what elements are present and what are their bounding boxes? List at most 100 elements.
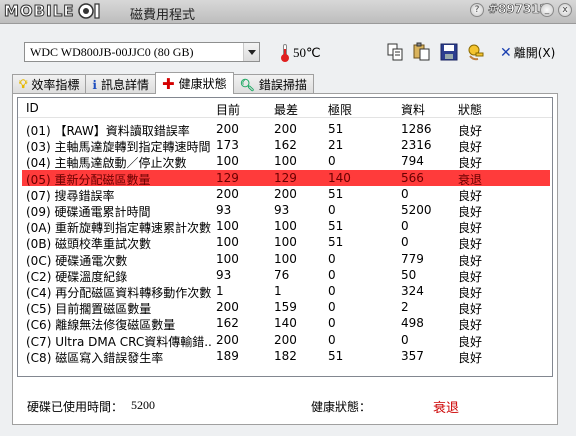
table-row[interactable]: (C7) Ultra DMA CRC資料傳輸錯... 200 200 0 0 良好 — [22, 332, 550, 349]
tab-strip: 💡︎ 效率指標 ℹ 訊息詳情 ✚ 健康狀態 🔍︎ 錯誤掃描 — [12, 72, 314, 94]
cell-current: 129 — [216, 170, 239, 185]
help-button[interactable]: ? — [470, 3, 484, 17]
save-icon[interactable] — [439, 42, 459, 62]
table-header: ID 目前 最差 極限 資料 狀態 — [18, 98, 552, 118]
cell-threshold: 0 — [328, 251, 336, 266]
title-bar: MOBILE 磁費用程式 ? #897312 _ x — [0, 0, 576, 24]
copy-icon[interactable] — [385, 42, 405, 62]
cell-data: 779 — [401, 251, 424, 266]
cell-worst: 100 — [274, 251, 297, 266]
mobile01-logo-icon — [77, 3, 100, 19]
cell-worst: 93 — [274, 203, 290, 217]
red-cross-icon: ✚ — [162, 74, 175, 93]
table-row[interactable]: (09) 硬碟通電累計時間 93 93 0 5200 良好 — [22, 202, 550, 219]
table-row[interactable]: (0B) 磁頭校準重試次數 100 100 51 0 良好 — [22, 234, 550, 251]
drive-select[interactable]: WDC WD800JB-00JJC0 (80 GB) — [24, 42, 260, 62]
drive-select-value: WDC WD800JB-00JJC0 (80 GB) — [30, 45, 194, 59]
cell-data: 0 — [401, 332, 409, 347]
window-client: WDC WD800JB-00JJC0 (80 GB) 50℃ ✕ 離開(X) 💡… — [0, 24, 576, 436]
cell-worst: 76 — [274, 267, 290, 282]
minimize-button[interactable]: _ — [540, 3, 554, 17]
cell-data: 357 — [401, 348, 424, 363]
table-row[interactable]: (04) 主軸馬達啟動／停止次數 100 100 0 794 良好 — [22, 153, 550, 170]
tab-label: 健康狀態 — [178, 77, 227, 91]
table-row[interactable]: (05) 重新分配磁區數量 129 129 140 566 衰退 — [22, 169, 550, 187]
magnifier-icon: 🔍︎ — [239, 77, 255, 92]
cell-current: 162 — [216, 316, 239, 331]
tab-label: 錯誤掃描 — [258, 78, 307, 92]
cell-threshold: 51 — [328, 186, 344, 201]
tab-label: 訊息詳情 — [100, 78, 149, 92]
cell-current: 189 — [216, 348, 239, 363]
cell-current: 1 — [216, 284, 224, 298]
cell-worst: 200 — [274, 332, 297, 347]
table-row[interactable]: (0A) 重新旋轉到指定轉速累計次數 100 100 51 0 良好 — [22, 218, 550, 235]
exit-icon: ✕ — [500, 44, 512, 61]
column-header-status[interactable]: 狀態 — [458, 101, 482, 118]
cell-worst: 159 — [274, 300, 297, 315]
thermometer-icon — [280, 44, 290, 62]
cell-worst: 100 — [274, 219, 297, 234]
window-title: 磁費用程式 — [130, 8, 196, 23]
column-header-threshold[interactable]: 極限 — [328, 101, 352, 118]
brand-logo: MOBILE — [4, 1, 103, 21]
cell-threshold: 0 — [328, 154, 336, 169]
table-row[interactable]: (C6) 離線無法修復磁區數量 162 140 0 498 良好 — [22, 315, 550, 332]
cell-current: 93 — [216, 267, 232, 282]
tab-efficiency[interactable]: 💡︎ 效率指標 — [12, 74, 87, 94]
table-row[interactable]: (03) 主軸馬達旋轉到指定轉速時間 173 162 21 2316 良好 — [22, 137, 550, 154]
bulb-icon: 💡︎ — [19, 77, 28, 91]
cell-worst: 162 — [274, 138, 297, 153]
temperature-value: 50℃ — [293, 45, 321, 60]
table-row[interactable]: (0C) 硬碟通電次數 100 100 0 779 良好 — [22, 251, 550, 268]
health-panel: ID 目前 最差 極限 資料 狀態 (01) 【RAW】資料讀取錯誤率 200 20… — [12, 93, 558, 425]
health-status-label: 健康狀態： — [311, 400, 372, 414]
tab-info[interactable]: ℹ 訊息詳情 — [85, 74, 156, 94]
smart-table[interactable]: ID 目前 最差 極限 資料 狀態 (01) 【RAW】資料讀取錯誤率 200 20… — [17, 97, 553, 377]
cell-threshold: 140 — [328, 170, 351, 185]
cell-data: 0 — [401, 235, 409, 250]
chevron-down-icon[interactable] — [243, 43, 259, 61]
cell-current: 200 — [216, 300, 239, 315]
tab-error-scan[interactable]: 🔍︎ 錯誤掃描 — [232, 74, 314, 94]
tab-health[interactable]: ✚ 健康狀態 — [155, 72, 234, 94]
table-row[interactable]: (C8) 磁區寫入錯誤發生率 189 182 51 357 良好 — [22, 348, 550, 365]
exit-button[interactable]: ✕ 離開(X) — [500, 44, 555, 61]
cell-current: 200 — [216, 332, 239, 347]
cell-data: 0 — [401, 219, 409, 234]
table-row[interactable]: (07) 搜尋錯誤率 200 200 51 0 良好 — [22, 186, 550, 203]
table-row[interactable]: (C4) 再分配磁區資料轉移動作次數 1 1 0 324 良好 — [22, 283, 550, 300]
column-header-worst[interactable]: 最差 — [274, 101, 298, 118]
paste-icon[interactable] — [412, 42, 432, 62]
cell-data: 566 — [401, 170, 424, 185]
cell-threshold: 0 — [328, 332, 336, 347]
cell-threshold: 51 — [328, 348, 344, 363]
usage-hours-value: 5200 — [131, 398, 155, 412]
exit-label: 離開(X) — [513, 46, 556, 60]
usage-hours-label: 硬碟已使用時間： — [27, 400, 124, 414]
cell-data: 0 — [401, 186, 409, 201]
temperature-display: 50℃ — [280, 44, 321, 62]
cell-threshold: 21 — [328, 138, 344, 153]
table-row[interactable]: (01) 【RAW】資料讀取錯誤率 200 200 51 1286 良好 — [22, 121, 550, 138]
cell-current: 100 — [216, 219, 239, 234]
table-row[interactable]: (C5) 目前擱置磁區數量 200 159 0 2 良好 — [22, 299, 550, 316]
cell-data: 498 — [401, 316, 424, 331]
column-header-current[interactable]: 目前 — [216, 101, 240, 118]
table-row[interactable]: (C2) 硬碟溫度紀錄 93 76 0 50 良好 — [22, 267, 550, 284]
close-button[interactable]: x — [558, 3, 572, 17]
hand-key-icon[interactable] — [466, 42, 486, 62]
cell-current: 100 — [216, 154, 239, 169]
cell-threshold: 0 — [328, 316, 336, 331]
cell-current: 173 — [216, 138, 239, 153]
cell-threshold: 0 — [328, 267, 336, 282]
column-header-id[interactable]: ID — [26, 101, 39, 115]
cell-worst: 100 — [274, 235, 297, 250]
column-header-data[interactable]: 資料 — [401, 101, 425, 118]
cell-current: 100 — [216, 251, 239, 266]
brand-text: MOBILE — [4, 2, 75, 21]
cell-threshold: 0 — [328, 284, 336, 298]
cell-worst: 100 — [274, 154, 297, 169]
cell-threshold: 0 — [328, 203, 336, 217]
cell-data: 794 — [401, 154, 424, 169]
